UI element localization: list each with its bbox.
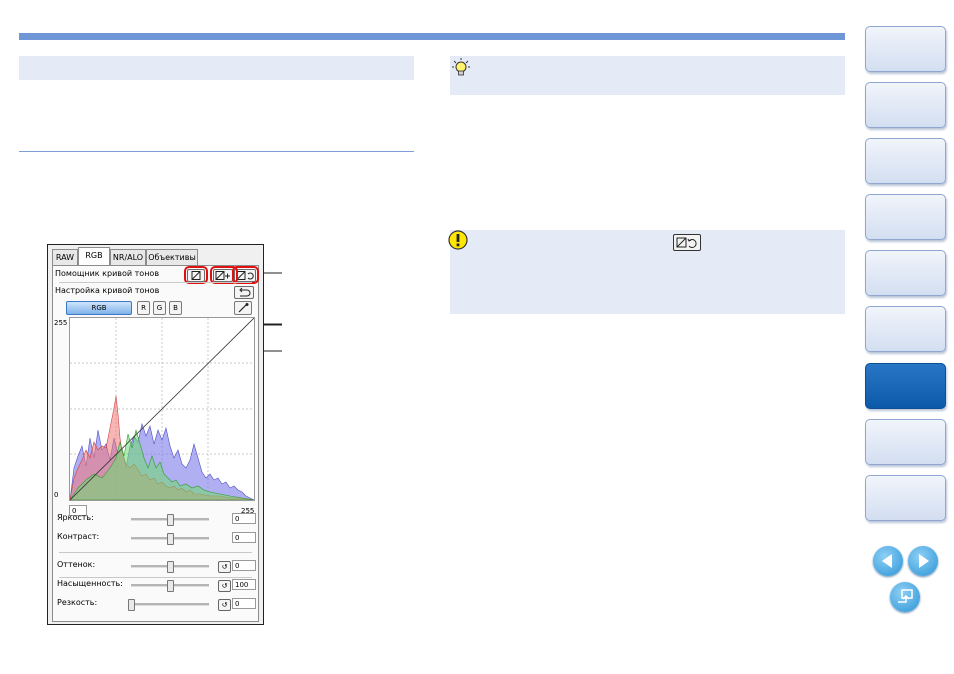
slider-value: 0 bbox=[235, 562, 240, 570]
slider-label: Яркость: bbox=[57, 513, 94, 522]
nav-button-5[interactable] bbox=[865, 250, 946, 296]
eyedropper-button[interactable] bbox=[234, 301, 252, 315]
separator bbox=[59, 577, 252, 578]
channel-g-button[interactable]: G bbox=[153, 301, 166, 315]
separator bbox=[59, 282, 252, 283]
tone-curve-graph[interactable] bbox=[69, 317, 255, 501]
slider-reset-button[interactable]: ↺ bbox=[218, 580, 231, 592]
slider-label: Контраст: bbox=[57, 532, 100, 541]
tab-rgb[interactable]: RGB bbox=[78, 247, 110, 267]
slider-label: Оттенок: bbox=[57, 560, 96, 569]
slider-thumb[interactable] bbox=[167, 514, 174, 526]
return-button[interactable] bbox=[890, 582, 920, 612]
channel-r-label: R bbox=[141, 304, 146, 312]
nav-button-3[interactable] bbox=[865, 138, 946, 184]
tab-nr-alo[interactable]: NR/ALO bbox=[110, 249, 146, 266]
lightbulb-icon bbox=[452, 58, 470, 76]
tab-raw[interactable]: RAW bbox=[52, 249, 78, 266]
return-icon bbox=[898, 589, 913, 603]
slider-value-field[interactable]: 0 bbox=[232, 560, 256, 571]
next-page-button[interactable] bbox=[908, 546, 938, 576]
slider-value-field[interactable]: 100 bbox=[232, 579, 256, 590]
slider-reset-button[interactable]: ↺ bbox=[218, 561, 231, 573]
caution-box bbox=[450, 230, 845, 314]
curve-reset-button[interactable] bbox=[234, 286, 254, 299]
slider-label: Резкость: bbox=[57, 598, 98, 607]
curve-reset-icon bbox=[676, 237, 697, 248]
tab-rgb-label: RGB bbox=[85, 251, 103, 260]
arrow-right-icon bbox=[919, 554, 929, 568]
slider-thumb[interactable] bbox=[167, 580, 174, 592]
nav-button-8[interactable] bbox=[865, 419, 946, 465]
channel-r-button[interactable]: R bbox=[137, 301, 150, 315]
previous-page-button[interactable] bbox=[873, 546, 903, 576]
channel-rgb-label: RGB bbox=[91, 304, 107, 312]
warning-icon bbox=[448, 230, 468, 250]
section-heading-bar bbox=[19, 56, 414, 80]
hint-box bbox=[450, 56, 845, 95]
curve-adjust-label: Настройка кривой тонов bbox=[55, 286, 160, 295]
tab-lens-label: Объективы bbox=[148, 253, 196, 262]
adjustment-dialog: RAW RGB NR/ALO Объективы Помощник кривой… bbox=[47, 244, 264, 625]
slider-label: Насыщенность: bbox=[57, 579, 123, 588]
y-axis-bottom-label: 0 bbox=[54, 491, 59, 499]
slider-value: 0 bbox=[235, 600, 240, 608]
channel-b-label: B bbox=[173, 304, 178, 312]
tab-lens[interactable]: Объективы bbox=[146, 249, 198, 266]
separator bbox=[59, 552, 252, 553]
slider-thumb[interactable] bbox=[167, 561, 174, 573]
slider-value: 0 bbox=[235, 515, 240, 523]
slider-reset-button[interactable]: ↺ bbox=[218, 599, 231, 611]
y-axis-top-label: 255 bbox=[54, 319, 68, 327]
eyedropper-icon bbox=[238, 303, 249, 313]
slider-thumb[interactable] bbox=[128, 599, 135, 611]
slider-value-field[interactable]: 0 bbox=[232, 532, 256, 543]
rgb-panel: Помощник кривой тонов Настройка кривой т… bbox=[52, 265, 259, 622]
reset-curve-button-inline bbox=[673, 234, 701, 251]
nav-button-7[interactable] bbox=[865, 363, 946, 409]
slider-value-field[interactable]: 0 bbox=[232, 513, 256, 524]
arrow-left-icon bbox=[882, 554, 892, 568]
slider-value-field[interactable]: 0 bbox=[232, 598, 256, 609]
nav-button-2[interactable] bbox=[865, 82, 946, 128]
tab-nr-alo-label: NR/ALO bbox=[112, 253, 144, 262]
slider-value: 100 bbox=[235, 581, 249, 589]
curve-assist-label: Помощник кривой тонов bbox=[55, 269, 160, 278]
nav-button-4[interactable] bbox=[865, 194, 946, 240]
nav-button-9[interactable] bbox=[865, 475, 946, 521]
histogram-svg bbox=[69, 317, 255, 501]
tab-raw-label: RAW bbox=[55, 253, 75, 262]
nav-button-6[interactable] bbox=[865, 306, 946, 352]
slider-value: 0 bbox=[235, 534, 240, 542]
channel-rgb-button[interactable]: RGB bbox=[66, 301, 132, 315]
channel-b-button[interactable]: B bbox=[169, 301, 182, 315]
undo-icon bbox=[239, 287, 251, 297]
section-divider bbox=[19, 151, 414, 152]
slider-track[interactable] bbox=[131, 603, 209, 606]
channel-g-label: G bbox=[156, 304, 163, 312]
header-bar bbox=[19, 33, 845, 40]
slider-thumb[interactable] bbox=[167, 533, 174, 545]
nav-button-1[interactable] bbox=[865, 26, 946, 72]
